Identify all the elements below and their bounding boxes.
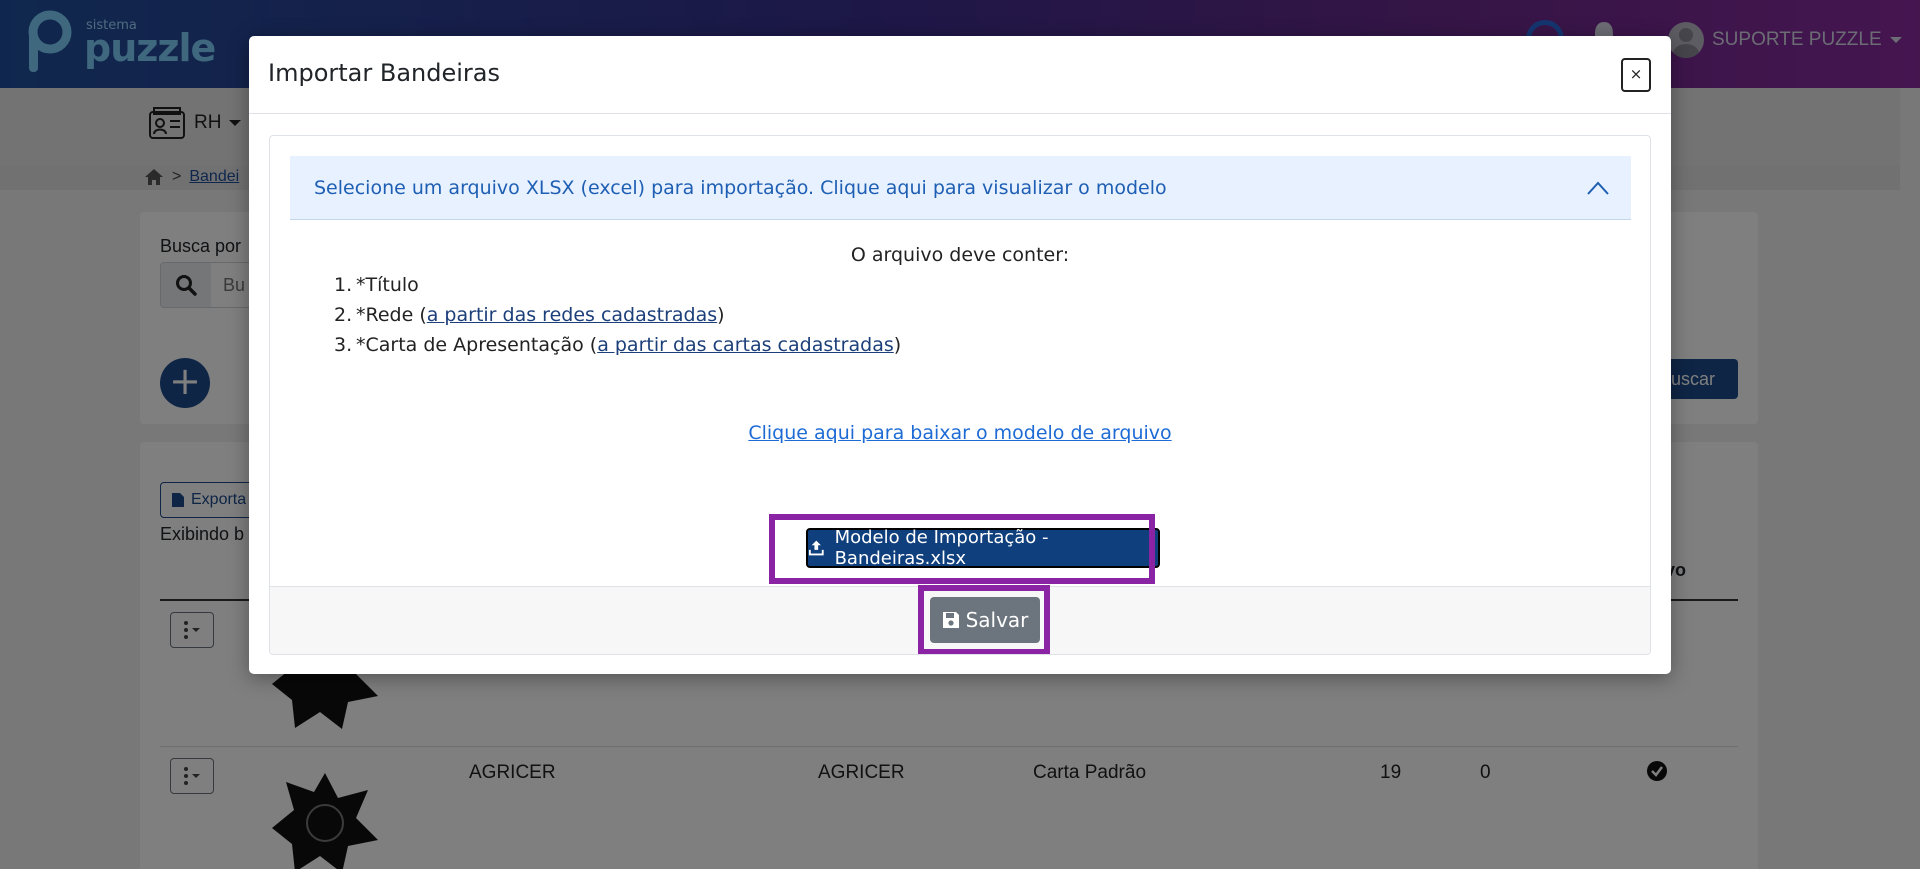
- close-button[interactable]: ×: [1621, 58, 1651, 92]
- requirements-list: 1. *Título 2. *Rede (a partir das redes …: [334, 274, 901, 364]
- model-accordion-toggle[interactable]: Selecione um arquivo XLSX (excel) para i…: [290, 156, 1631, 220]
- download-link-wrap: Clique aqui para baixar o modelo de arqu…: [270, 422, 1650, 444]
- modal-title: Importar Bandeiras: [268, 59, 500, 87]
- list-item: 1. *Título: [334, 274, 419, 296]
- save-highlight: Salvar: [918, 585, 1050, 654]
- networks-link[interactable]: a partir das redes cadastradas: [427, 304, 717, 334]
- list-item: 3. *Carta de Apresentação (a partir das …: [334, 334, 901, 364]
- download-model-link[interactable]: Clique aqui para baixar o modelo de arqu…: [748, 422, 1171, 444]
- save-button[interactable]: Salvar: [930, 597, 1040, 643]
- letters-link[interactable]: a partir das cartas cadastradas: [597, 334, 894, 364]
- list-item: 2. *Rede (a partir das redes cadastradas…: [334, 304, 901, 334]
- save-label: Salvar: [965, 608, 1029, 632]
- must-contain-heading: O arquivo deve conter:: [850, 244, 1070, 266]
- card-footer: Salvar: [270, 585, 1650, 654]
- accordion-text: Selecione um arquivo XLSX (excel) para i…: [314, 176, 1167, 199]
- chevron-up-icon: [1587, 181, 1609, 195]
- modal-header: Importar Bandeiras ×: [249, 36, 1671, 114]
- model-button-highlight: [769, 514, 1155, 584]
- floppy-disk-icon: [942, 612, 959, 628]
